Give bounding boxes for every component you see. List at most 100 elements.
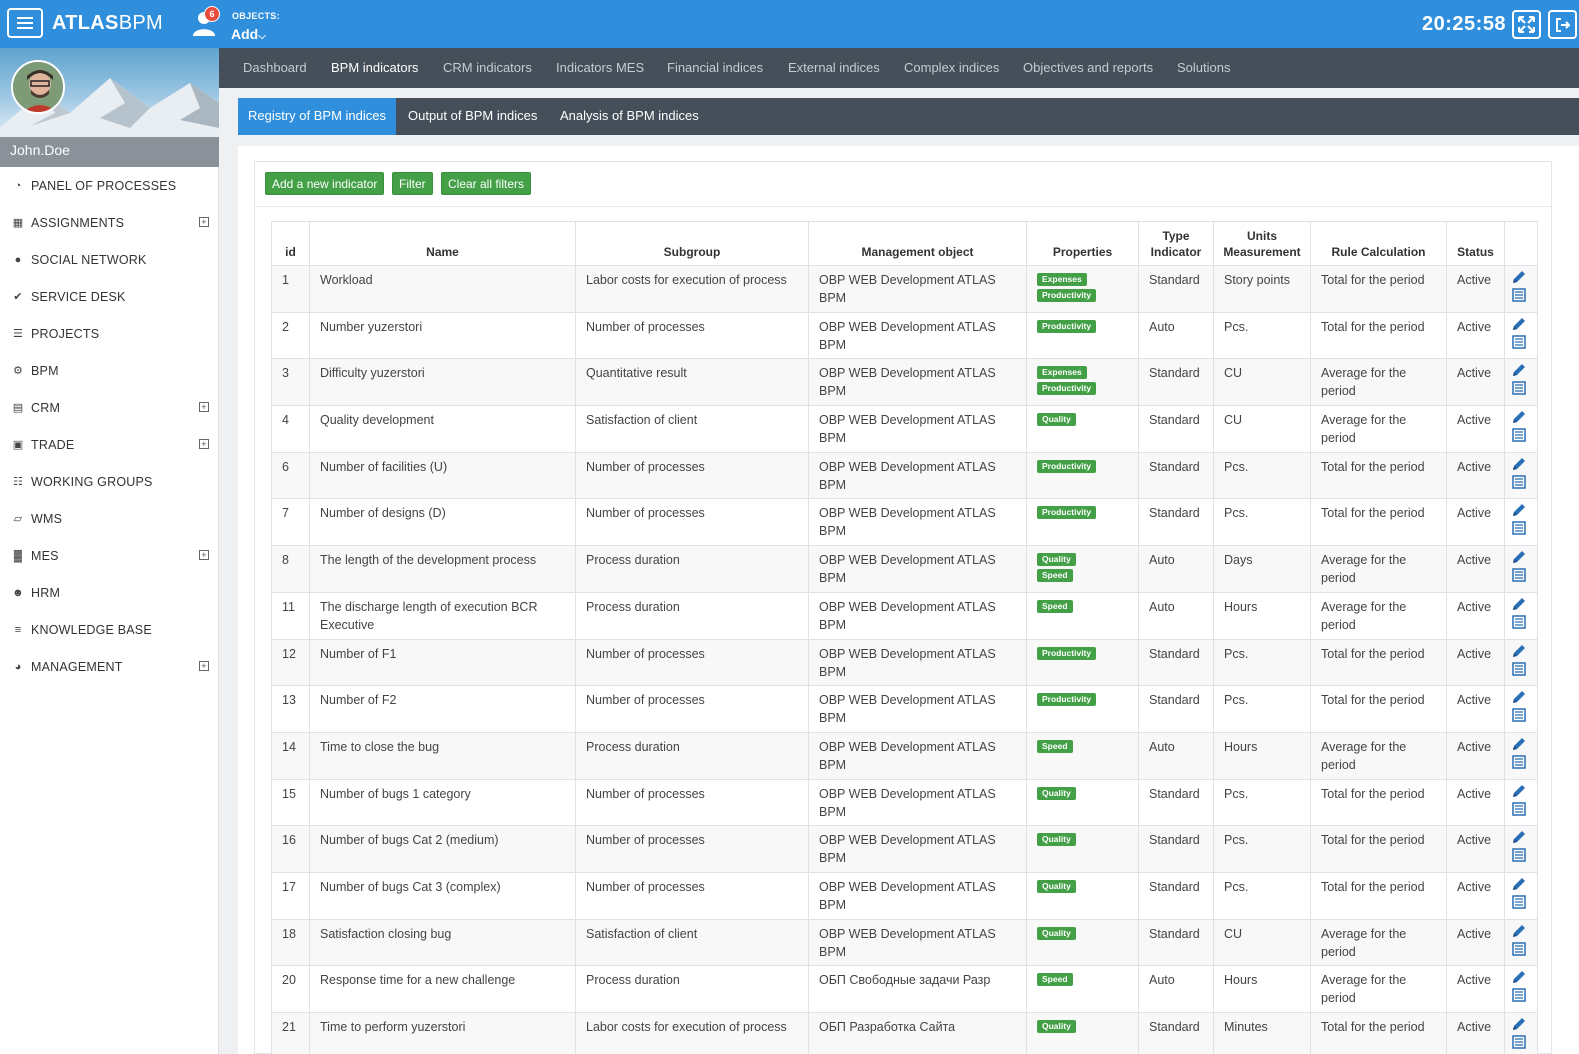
details-list-icon[interactable]	[1511, 287, 1527, 303]
subtab-registry-of-bpm-indices[interactable]: Registry of BPM indices	[238, 98, 396, 135]
tab-indicators-mes[interactable]: Indicators MES	[556, 60, 644, 75]
profile-username[interactable]: John.Doe	[0, 137, 219, 167]
expand-plus-icon[interactable]: +	[199, 217, 209, 227]
tab-external-indices[interactable]: External indices	[788, 60, 880, 75]
table-row[interactable]: 15 Number of bugs 1 category Number of pro…	[271, 778, 1538, 827]
details-list-icon[interactable]	[1511, 520, 1527, 536]
tab-dashboard[interactable]: Dashboard	[243, 60, 307, 75]
tab-financial-indices[interactable]: Financial indices	[667, 60, 763, 75]
expand-plus-icon[interactable]: +	[199, 439, 209, 449]
subtab-output-of-bpm-indices[interactable]: Output of BPM indices	[398, 98, 547, 135]
sidebar-item-service-desk[interactable]: ✔ SERVICE DESK	[0, 278, 218, 315]
details-list-icon[interactable]	[1511, 380, 1527, 396]
sidebar-item-social-network[interactable]: ● SOCIAL NETWORK	[0, 241, 218, 278]
fullscreen-button[interactable]	[1512, 10, 1541, 39]
edit-pencil-icon[interactable]	[1511, 409, 1527, 425]
notification-badge[interactable]: 6	[204, 6, 220, 22]
edit-pencil-icon[interactable]	[1511, 689, 1527, 705]
tab-objectives-and-reports[interactable]: Objectives and reports	[1023, 60, 1153, 75]
table-row[interactable]: 18 Satisfaction closing bug Satisfaction o…	[271, 918, 1538, 967]
filter-button[interactable]: Filter	[392, 172, 433, 195]
edit-pencil-icon[interactable]	[1511, 362, 1527, 378]
edit-pencil-icon[interactable]	[1511, 829, 1527, 845]
tab-solutions[interactable]: Solutions	[1177, 60, 1230, 75]
table-row[interactable]: 14 Time to close the bug Process duration O…	[271, 731, 1538, 780]
logout-button[interactable]	[1548, 10, 1577, 39]
edit-pencil-icon[interactable]	[1511, 269, 1527, 285]
sidebar-item-mes[interactable]: ▓ MES +	[0, 537, 218, 574]
table-row[interactable]: 4 Quality development Satisfaction of clie…	[271, 405, 1538, 453]
table-row[interactable]: 12 Number of F1 Number of processes OBP WEB…	[271, 638, 1538, 687]
details-list-icon[interactable]	[1511, 941, 1527, 957]
objects-add-dropdown[interactable]: Add⌵	[231, 26, 266, 42]
table-row[interactable]: 8 The length of the development process Pr…	[271, 545, 1538, 593]
details-list-icon[interactable]	[1511, 334, 1527, 350]
edit-pencil-icon[interactable]	[1511, 876, 1527, 892]
edit-pencil-icon[interactable]	[1511, 549, 1527, 565]
edit-pencil-icon[interactable]	[1511, 456, 1527, 472]
menu-toggle-button[interactable]	[7, 8, 43, 38]
expand-plus-icon[interactable]: +	[199, 402, 209, 412]
sidebar-item-crm[interactable]: ▤ CRM +	[0, 389, 218, 426]
table-row[interactable]: 20 Response time for a new challenge Proce…	[271, 965, 1538, 1013]
sidebar-item-projects[interactable]: ☰ PROJECTS	[0, 315, 218, 352]
details-list-icon[interactable]	[1511, 567, 1527, 583]
details-list-icon[interactable]	[1511, 707, 1527, 723]
table-row[interactable]: 13 Number of F2 Number of processes OBP WEB…	[271, 685, 1538, 733]
table-row[interactable]: 16 Number of bugs Cat 2 (medium) Number of…	[271, 825, 1538, 873]
edit-pencil-icon[interactable]	[1511, 643, 1527, 659]
table-row[interactable]: 11 The discharge length of execution BCR …	[271, 591, 1538, 640]
sidebar-item-trade[interactable]: ▣ TRADE +	[0, 426, 218, 463]
edit-pencil-icon[interactable]	[1511, 969, 1527, 985]
expand-plus-icon[interactable]: +	[199, 661, 209, 671]
sidebar-item-panel-of-processes[interactable]: ◔ PANEL OF PROCESSES	[0, 167, 218, 204]
table-row[interactable]: 3 Difficulty yuzerstori Quantitative resul…	[271, 358, 1538, 407]
edit-pencil-icon[interactable]	[1511, 736, 1527, 752]
expand-plus-icon[interactable]: +	[199, 550, 209, 560]
details-list-icon[interactable]	[1511, 474, 1527, 490]
sidebar-item-management[interactable]: ◕ MANAGEMENT +	[0, 648, 218, 685]
edit-pencil-icon[interactable]	[1511, 783, 1527, 799]
table-row[interactable]: 6 Number of facilities (U) Number of proce…	[271, 451, 1538, 500]
details-list-icon[interactable]	[1511, 427, 1527, 443]
details-list-icon[interactable]	[1511, 1034, 1527, 1050]
details-list-icon[interactable]	[1511, 614, 1527, 630]
clear-filters-button[interactable]: Clear all filters	[441, 172, 532, 195]
edit-pencil-icon[interactable]	[1511, 316, 1527, 332]
tab-bpm-indicators[interactable]: BPM indicators	[331, 60, 418, 75]
details-list-icon[interactable]	[1511, 847, 1527, 863]
edit-pencil-icon[interactable]	[1511, 596, 1527, 612]
table-row[interactable]: 2 Number yuzerstori Number of processes OBP…	[271, 311, 1538, 360]
column-header-rule-calculation[interactable]: Rule Calculation	[1310, 221, 1447, 266]
table-row[interactable]: 7 Number of designs (D) Number of processe…	[271, 498, 1538, 547]
table-row[interactable]: 17 Number of bugs Cat 3 (complex) Number o…	[271, 871, 1538, 920]
sidebar-item-working-groups[interactable]: ☷ WORKING GROUPS	[0, 463, 218, 500]
column-header-type-indicator[interactable]: Type Indicator	[1138, 221, 1214, 266]
details-list-icon[interactable]	[1511, 661, 1527, 677]
sidebar-item-knowledge-base[interactable]: ≡ KNOWLEDGE BASE	[0, 611, 218, 648]
column-header-subgroup[interactable]: Subgroup	[575, 221, 809, 266]
subtab-analysis-of-bpm-indices[interactable]: Analysis of BPM indices	[550, 98, 709, 135]
app-logo[interactable]: ATLASBPM	[52, 12, 163, 35]
sidebar-item-bpm[interactable]: ⚙ BPM	[0, 352, 218, 389]
sidebar-item-wms[interactable]: ▱ WMS	[0, 500, 218, 537]
column-header-units-measurement[interactable]: Units Measurement	[1213, 221, 1311, 266]
column-header-properties[interactable]: Properties	[1026, 221, 1139, 266]
table-row[interactable]: 21 Time to perform yuzerstori Labor costs …	[271, 1012, 1538, 1054]
table-row[interactable]: 1 Workload Labor costs for execution of pr…	[271, 265, 1538, 313]
edit-pencil-icon[interactable]	[1511, 1016, 1527, 1032]
avatar[interactable]	[11, 60, 65, 114]
tab-complex-indices[interactable]: Complex indices	[904, 60, 999, 75]
tab-crm-indicators[interactable]: CRM indicators	[443, 60, 532, 75]
details-list-icon[interactable]	[1511, 894, 1527, 910]
edit-pencil-icon[interactable]	[1511, 923, 1527, 939]
details-list-icon[interactable]	[1511, 754, 1527, 770]
sidebar-item-hrm[interactable]: ☻ HRM	[0, 574, 218, 611]
details-list-icon[interactable]	[1511, 987, 1527, 1003]
sidebar-item-assignments[interactable]: ▦ ASSIGNMENTS +	[0, 204, 218, 241]
add-indicator-button[interactable]: Add a new indicator	[265, 172, 385, 195]
column-header-status[interactable]: Status	[1446, 221, 1505, 266]
column-header-management-object[interactable]: Management object	[808, 221, 1027, 266]
details-list-icon[interactable]	[1511, 801, 1527, 817]
column-header-name[interactable]: Name	[309, 221, 576, 266]
